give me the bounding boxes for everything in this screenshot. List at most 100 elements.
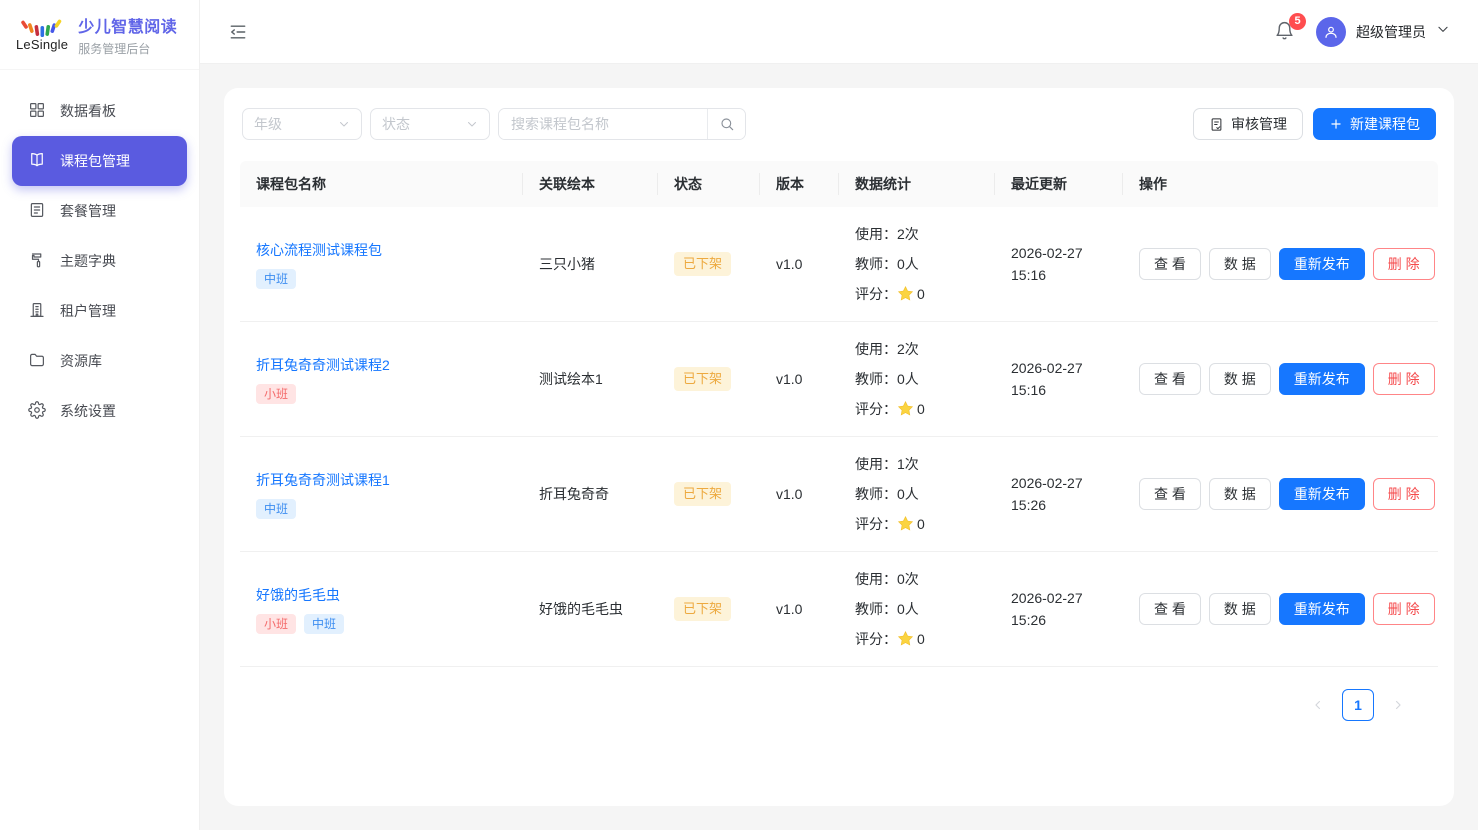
avatar	[1316, 17, 1346, 47]
column-header: 操作	[1123, 174, 1438, 194]
sidebar-item-plans[interactable]: 套餐管理	[0, 186, 199, 236]
sidebar-item-dashboard[interactable]: 数据看板	[0, 86, 199, 136]
delete-button[interactable]: 删 除	[1373, 593, 1435, 625]
data-button[interactable]: 数 据	[1209, 248, 1271, 280]
linked-book-cell: 折耳兔奇奇	[523, 484, 658, 504]
tag-list: 中班	[256, 499, 507, 519]
stats-cell: 使用：2次 教师：0人 评分：0	[839, 334, 995, 424]
star-icon	[897, 401, 917, 417]
sidebar-item-label: 套餐管理	[60, 201, 116, 221]
sidebar-item-label: 课程包管理	[60, 151, 130, 171]
updated-time: 15:16	[1011, 264, 1107, 286]
course-package-link[interactable]: 好饿的毛毛虫	[256, 587, 340, 603]
sidebar-item-course-packages[interactable]: 课程包管理	[12, 136, 187, 186]
course-package-table: 课程包名称 关联绘本 状态 版本 数据统计 最近更新 操作 核心流程测试课程包 …	[240, 161, 1438, 667]
user-menu[interactable]: 超级管理员	[1316, 17, 1450, 47]
republish-button[interactable]: 重新发布	[1279, 248, 1365, 280]
grade-tag: 小班	[256, 384, 296, 404]
grade-tag: 中班	[256, 269, 296, 289]
sidebar-item-settings[interactable]: 系统设置	[0, 386, 199, 436]
delete-button[interactable]: 删 除	[1373, 478, 1435, 510]
stats-cell: 使用：0次 教师：0人 评分：0	[839, 564, 995, 654]
linked-book-cell: 好饿的毛毛虫	[523, 599, 658, 619]
view-button[interactable]: 查 看	[1139, 478, 1201, 510]
data-button[interactable]: 数 据	[1209, 363, 1271, 395]
lesingle-logo-icon: LeSingle	[16, 17, 68, 52]
view-button[interactable]: 查 看	[1139, 363, 1201, 395]
table-row: 好饿的毛毛虫 小班中班 好饿的毛毛虫 已下架 v1.0 使用：0次 教师：0人 …	[240, 552, 1438, 667]
create-course-package-button[interactable]: 新建课程包	[1313, 108, 1436, 140]
updated-time: 15:26	[1011, 609, 1107, 631]
prev-page-button[interactable]	[1302, 689, 1334, 721]
search-button[interactable]	[707, 109, 745, 139]
status-cell: 已下架	[658, 252, 760, 276]
sidebar-item-theme-dictionary[interactable]: 主题字典	[0, 236, 199, 286]
column-header: 关联绘本	[523, 174, 658, 194]
tenant-building-icon	[28, 301, 46, 322]
view-button[interactable]: 查 看	[1139, 593, 1201, 625]
teachers-stat: 教师：0人	[855, 594, 979, 624]
course-package-card: 年级 状态	[224, 88, 1454, 806]
grade-tag: 中班	[304, 614, 344, 634]
updated-cell: 2026-02-27 15:16	[995, 357, 1123, 401]
column-header: 最近更新	[995, 174, 1123, 194]
stats-cell: 使用：2次 教师：0人 评分：0	[839, 219, 995, 309]
column-header: 版本	[760, 174, 839, 194]
sidebar-item-label: 系统设置	[60, 401, 116, 421]
data-button[interactable]: 数 据	[1209, 593, 1271, 625]
audit-button-label: 审核管理	[1231, 114, 1287, 134]
next-page-button[interactable]	[1382, 689, 1414, 721]
usage-stat: 使用：2次	[855, 219, 979, 249]
audit-management-button[interactable]: 审核管理	[1193, 108, 1303, 140]
search-input[interactable]	[499, 109, 707, 139]
updated-date: 2026-02-27	[1011, 357, 1107, 379]
sidebar-item-label: 租户管理	[60, 301, 116, 321]
view-button[interactable]: 查 看	[1139, 248, 1201, 280]
republish-button[interactable]: 重新发布	[1279, 593, 1365, 625]
updated-date: 2026-02-27	[1011, 472, 1107, 494]
actions-cell: 查 看 数 据 重新发布 删 除	[1123, 363, 1451, 395]
top-header: 5 超级管理员	[200, 0, 1478, 64]
grade-filter-select[interactable]: 年级	[242, 108, 362, 140]
course-package-link[interactable]: 折耳兔奇奇测试课程1	[256, 472, 390, 488]
actions-cell: 查 看 数 据 重新发布 删 除	[1123, 478, 1451, 510]
notification-bell-icon[interactable]: 5	[1274, 20, 1298, 44]
delete-button[interactable]: 删 除	[1373, 363, 1435, 395]
chevron-down-icon	[1436, 22, 1450, 41]
chevron-down-icon	[466, 118, 478, 130]
republish-button[interactable]: 重新发布	[1279, 478, 1365, 510]
status-badge: 已下架	[674, 482, 731, 506]
search-icon	[719, 116, 735, 132]
sidebar-item-resources[interactable]: 资源库	[0, 336, 199, 386]
folder-icon	[28, 351, 46, 372]
course-name-cell: 好饿的毛毛虫 小班中班	[240, 585, 523, 634]
status-filter-select[interactable]: 状态	[370, 108, 490, 140]
course-package-link[interactable]: 折耳兔奇奇测试课程2	[256, 357, 390, 373]
search-box	[498, 108, 746, 140]
plus-icon	[1329, 117, 1343, 131]
pagination: 1	[240, 689, 1438, 721]
updated-date: 2026-02-27	[1011, 242, 1107, 264]
linked-book-cell: 三只小猪	[523, 254, 658, 274]
dashboard-icon	[28, 101, 46, 122]
lesingle-wordmark: LeSingle	[16, 37, 68, 52]
page-number-1[interactable]: 1	[1342, 689, 1374, 721]
sidebar-item-tenants[interactable]: 租户管理	[0, 286, 199, 336]
open-book-icon	[28, 151, 46, 172]
updated-cell: 2026-02-27 15:16	[995, 242, 1123, 286]
sidebar: LeSingle 少儿智慧阅读 服务管理后台 数据看板 课程包管理 套餐管理	[0, 0, 200, 830]
linked-book-cell: 测试绘本1	[523, 369, 658, 389]
user-name: 超级管理员	[1356, 22, 1426, 42]
stats-cell: 使用：1次 教师：0人 评分：0	[839, 449, 995, 539]
menu-fold-icon[interactable]	[224, 18, 252, 46]
rating-stat: 评分：0	[855, 624, 979, 654]
delete-button[interactable]: 删 除	[1373, 248, 1435, 280]
data-button[interactable]: 数 据	[1209, 478, 1271, 510]
course-package-link[interactable]: 核心流程测试课程包	[256, 242, 382, 258]
republish-button[interactable]: 重新发布	[1279, 363, 1365, 395]
usage-stat: 使用：0次	[855, 564, 979, 594]
usage-stat: 使用：2次	[855, 334, 979, 364]
updated-cell: 2026-02-27 15:26	[995, 587, 1123, 631]
updated-date: 2026-02-27	[1011, 587, 1107, 609]
sidebar-menu: 数据看板 课程包管理 套餐管理 主题字典 租户管理 资源库	[0, 70, 199, 436]
